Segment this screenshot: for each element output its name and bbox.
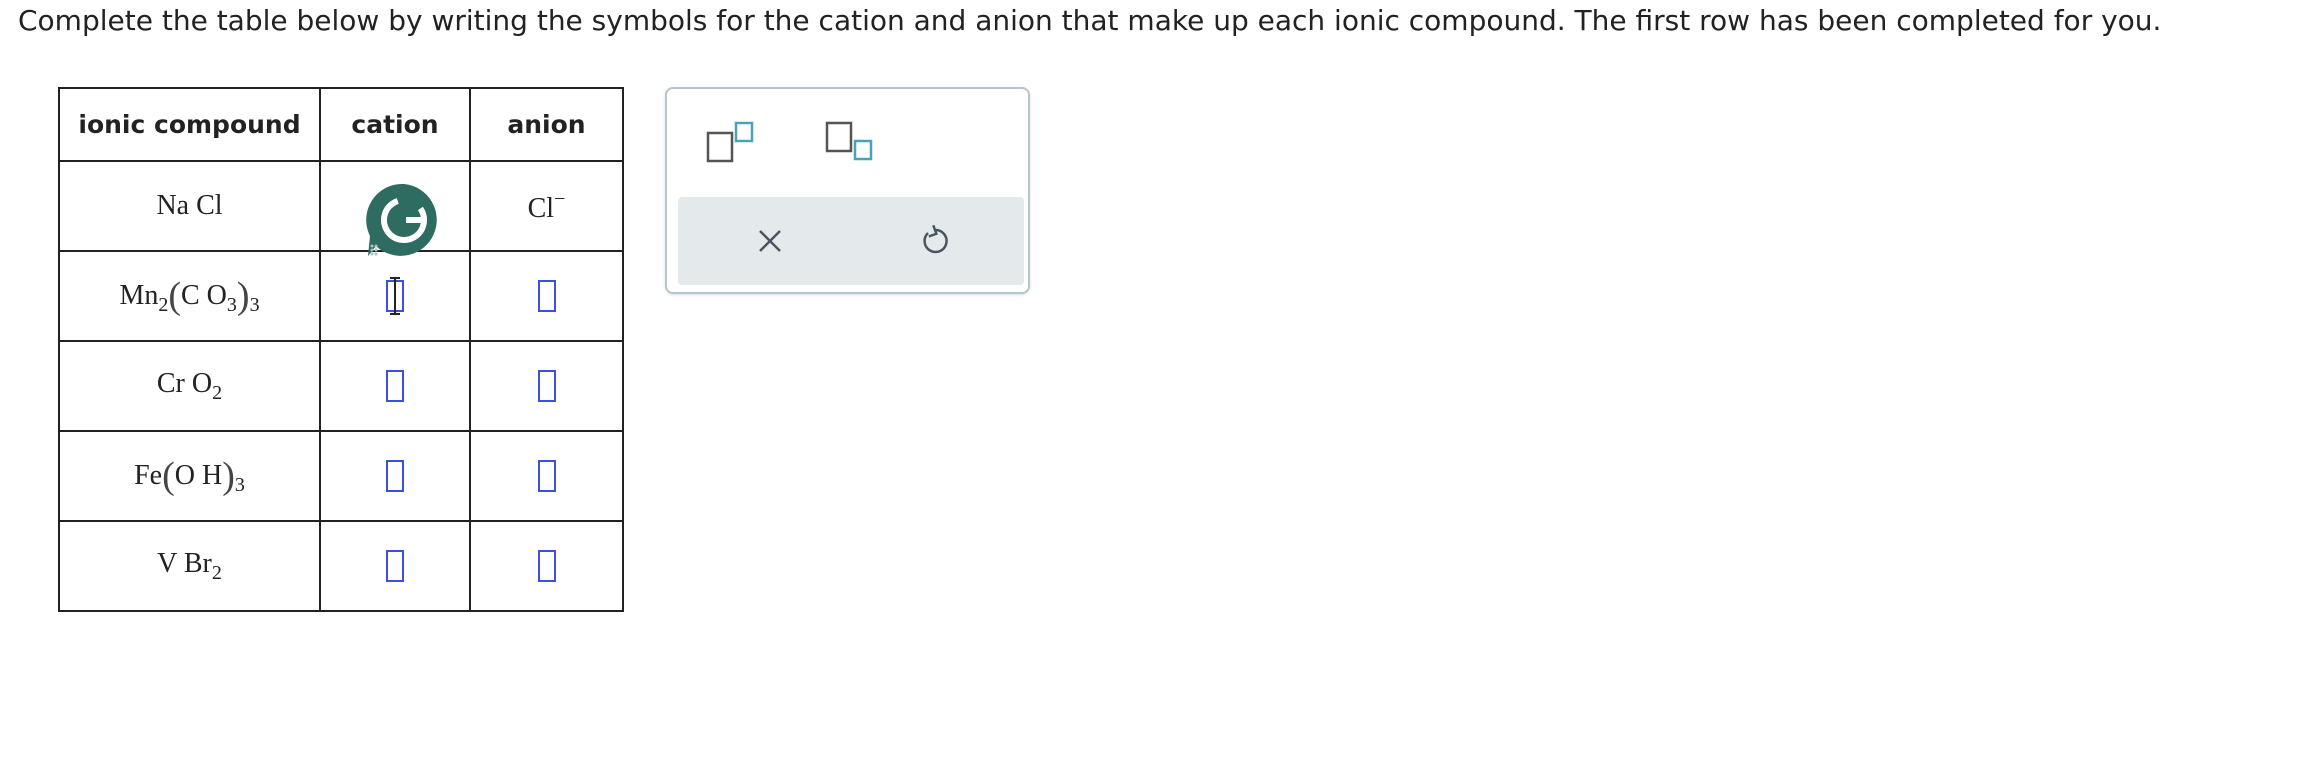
cation-cell <box>319 520 471 612</box>
compound-formula: Na Cl <box>156 190 223 221</box>
table-row: V Br2 <box>58 520 624 612</box>
cation-cell <box>319 250 471 342</box>
anion-cell <box>469 520 624 612</box>
anion-input-box[interactable] <box>537 280 556 312</box>
cation-input-box[interactable] <box>386 280 404 312</box>
badge-letter: G <box>364 180 365 181</box>
instructions-text: Complete the table below by writing the … <box>18 4 2162 37</box>
header-ionic-compound: ionic compound <box>58 87 321 162</box>
table-row: Cr O2 <box>58 340 624 432</box>
compound-cell: Na Cl <box>58 160 321 252</box>
anion-input-box[interactable] <box>537 370 556 402</box>
ionic-compound-table: ionic compound cation anion Na Cl Cl− Mn… <box>58 87 624 612</box>
subscript-box-icon <box>825 121 873 161</box>
cation-input-box[interactable] <box>386 550 404 582</box>
cation-cell <box>319 340 471 432</box>
header-cation: cation <box>319 87 471 162</box>
anion-input-box[interactable] <box>537 550 556 582</box>
table-row: Fe(O H)3 <box>58 430 624 522</box>
answer-tool-panel <box>665 87 1030 294</box>
table-row: Mn2(C O3)3 <box>58 250 624 342</box>
cation-input-box[interactable] <box>386 460 404 492</box>
cation-cell <box>319 430 471 522</box>
anion-cell <box>469 340 624 432</box>
compound-cell: V Br2 <box>58 520 321 612</box>
undo-button[interactable] <box>913 219 957 263</box>
anion-cell <box>469 430 624 522</box>
table-row: Na Cl Cl− <box>58 160 624 252</box>
undo-icon <box>923 224 948 254</box>
grammarly-badge-icon[interactable]: G <box>364 180 444 260</box>
header-anion: anion <box>469 87 624 162</box>
anion-charge: − <box>554 187 566 210</box>
superscript-button[interactable] <box>704 119 764 169</box>
compound-formula: V Br2 <box>157 547 222 584</box>
cation-input-box[interactable] <box>386 370 404 402</box>
superscript-box-icon <box>706 121 754 163</box>
clear-button[interactable] <box>748 219 792 263</box>
tool-action-bar <box>678 197 1024 285</box>
compound-cell: Mn2(C O3)3 <box>58 250 321 342</box>
compound-formula: Cr O2 <box>156 367 223 404</box>
compound-cell: Fe(O H)3 <box>58 430 321 522</box>
table-header-row: ionic compound cation anion <box>58 87 624 162</box>
compound-formula: Fe(O H)3 <box>134 455 245 497</box>
anion-cell: Cl− <box>469 160 624 252</box>
anion-cell <box>469 250 624 342</box>
subscript-button[interactable] <box>823 119 883 169</box>
compound-formula: Mn2(C O3)3 <box>119 275 260 317</box>
anion-formula: Cl− <box>527 187 566 224</box>
compound-cell: Cr O2 <box>58 340 321 432</box>
x-icon <box>759 230 781 252</box>
anion-input-box[interactable] <box>537 460 556 492</box>
